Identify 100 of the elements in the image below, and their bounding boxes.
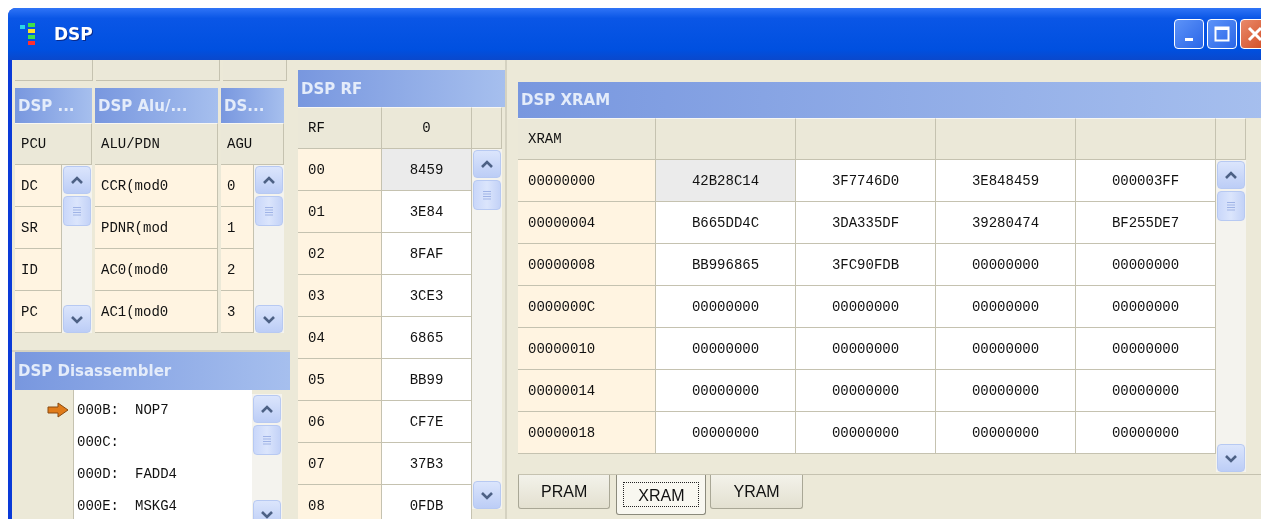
value-cell[interactable]: 8FAF — [382, 233, 472, 275]
value-cell[interactable]: 3FC90FDB — [796, 244, 936, 286]
scroll-down-button[interactable] — [473, 481, 501, 509]
address-cell: 00 — [298, 149, 382, 191]
panel-title: DSP ... — [15, 88, 92, 123]
column-header: PCU — [15, 123, 92, 165]
code-address: 000E: — [77, 498, 119, 514]
value-cell[interactable]: 00000000 — [1076, 244, 1216, 286]
value-cell[interactable]: 00000000 — [656, 412, 796, 454]
table-cell: PDNR(mod — [95, 207, 218, 249]
value-cell[interactable]: 3CE3 — [382, 275, 472, 317]
table-cell: PC — [15, 291, 62, 333]
value-cell[interactable]: CF7E — [382, 401, 472, 443]
scroll-up-button[interactable] — [1217, 161, 1245, 189]
value-cell[interactable]: 3F7746D0 — [796, 160, 936, 202]
value-cell[interactable]: 00000000 — [936, 244, 1076, 286]
code-address: 000C: — [77, 434, 119, 450]
maximize-button[interactable] — [1207, 19, 1237, 49]
address-cell: 02 — [298, 233, 382, 275]
scrollbar-thumb[interactable] — [63, 196, 91, 226]
scrollbar[interactable] — [1216, 160, 1246, 472]
panel-title: DSP Alu/... — [95, 88, 218, 123]
value-cell[interactable]: B665DD4C — [656, 202, 796, 244]
value-cell[interactable]: 0FDB — [382, 485, 472, 519]
address-cell: 00000000 — [518, 160, 656, 202]
address-cell: 03 — [298, 275, 382, 317]
scroll-down-button[interactable] — [255, 305, 283, 333]
scrollbar[interactable] — [472, 149, 502, 509]
address-cell: 05 — [298, 359, 382, 401]
scrollbar[interactable] — [62, 165, 92, 333]
value-cell[interactable]: 00000000 — [656, 328, 796, 370]
tab[interactable]: PRAM — [518, 475, 611, 509]
minimize-button[interactable] — [1174, 19, 1204, 49]
window-title: DSP — [54, 24, 94, 44]
address-cell: 0000000C — [518, 286, 656, 328]
value-cell[interactable]: 8459 — [382, 149, 472, 191]
scroll-down-button[interactable] — [63, 305, 91, 333]
column-header: XRAM — [518, 118, 656, 160]
close-icon — [1247, 26, 1261, 42]
table-cell: ID — [15, 249, 62, 291]
chevron-up-icon — [480, 159, 494, 169]
scrollbar-thumb[interactable] — [1217, 191, 1245, 221]
value-cell[interactable]: 3E84 — [382, 191, 472, 233]
scrollbar-thumb[interactable] — [473, 180, 501, 210]
address-cell: 07 — [298, 443, 382, 485]
value-cell[interactable]: BF255DE7 — [1076, 202, 1216, 244]
scrollbar-thumb[interactable] — [255, 196, 283, 226]
value-cell[interactable]: 00000000 — [796, 286, 936, 328]
scroll-up-button[interactable] — [473, 150, 501, 178]
value-cell[interactable]: 6865 — [382, 317, 472, 359]
scrollbar[interactable] — [254, 165, 284, 333]
scroll-down-button[interactable] — [1217, 444, 1245, 472]
column-header: AGU — [221, 123, 284, 165]
address-cell: 00000018 — [518, 412, 656, 454]
panel-title: DSP Disassembler — [15, 352, 290, 390]
value-cell[interactable]: 3DA335DF — [796, 202, 936, 244]
value-cell[interactable]: 00000000 — [936, 286, 1076, 328]
code-instruction: FADD4 — [135, 466, 178, 482]
app-icon — [20, 23, 38, 45]
value-cell[interactable]: 39280474 — [936, 202, 1076, 244]
value-cell[interactable]: 42B28C14 — [656, 160, 796, 202]
close-button[interactable] — [1240, 19, 1261, 49]
value-cell[interactable]: 00000000 — [656, 286, 796, 328]
grip-icon — [72, 206, 82, 216]
chevron-up-icon — [262, 175, 276, 185]
chevron-down-icon — [1224, 453, 1238, 463]
scrollbar[interactable] — [252, 394, 282, 519]
value-cell[interactable]: 00000000 — [1076, 286, 1216, 328]
table-cell: 2 — [221, 249, 254, 291]
chevron-up-icon — [1224, 170, 1238, 180]
scrollbar-thumb[interactable] — [253, 425, 281, 455]
tab[interactable]: XRAM — [616, 475, 707, 515]
value-cell[interactable]: 00000000 — [656, 370, 796, 412]
table-cell: 1 — [221, 207, 254, 249]
value-cell[interactable]: 000003FF — [1076, 160, 1216, 202]
scroll-up-button[interactable] — [255, 166, 283, 194]
value-cell[interactable]: 00000000 — [796, 328, 936, 370]
scroll-up-button[interactable] — [253, 395, 281, 423]
column-header: 0 — [382, 107, 472, 149]
chevron-down-icon — [480, 490, 494, 500]
code-address: 000D: — [77, 466, 119, 482]
scroll-up-button[interactable] — [63, 166, 91, 194]
value-cell[interactable]: BB996865 — [656, 244, 796, 286]
value-cell[interactable]: 3E848459 — [936, 160, 1076, 202]
value-cell[interactable]: 00000000 — [936, 412, 1076, 454]
address-cell: 00000014 — [518, 370, 656, 412]
tab[interactable]: YRAM — [710, 475, 803, 509]
value-cell[interactable]: 00000000 — [1076, 370, 1216, 412]
value-cell[interactable]: 00000000 — [796, 370, 936, 412]
value-cell[interactable]: BB99 — [382, 359, 472, 401]
chevron-up-icon — [260, 404, 274, 414]
chevron-down-icon — [260, 509, 274, 519]
panel-title: DS... — [221, 88, 284, 123]
value-cell[interactable]: 00000000 — [1076, 412, 1216, 454]
value-cell[interactable]: 00000000 — [936, 370, 1076, 412]
value-cell[interactable]: 00000000 — [936, 328, 1076, 370]
table-cell: 3 — [221, 291, 254, 333]
value-cell[interactable]: 37B3 — [382, 443, 472, 485]
value-cell[interactable]: 00000000 — [1076, 328, 1216, 370]
value-cell[interactable]: 00000000 — [796, 412, 936, 454]
